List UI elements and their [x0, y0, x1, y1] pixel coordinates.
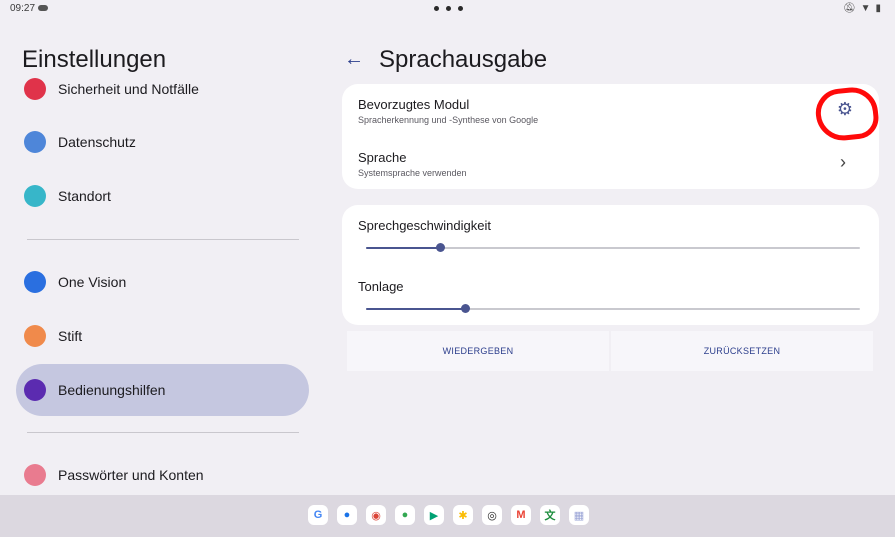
engine-card: Bevorzugtes Modul Spracherkennung und -S… — [342, 84, 881, 189]
battery-icon: ▮ — [875, 3, 881, 14]
accessibility-icon — [24, 379, 46, 401]
more-dots-icon[interactable] — [434, 6, 463, 11]
back-arrow-icon[interactable]: ← — [344, 48, 364, 71]
preferred-engine-title: Bevorzugtes Modul — [358, 97, 470, 112]
sidebar-item-label: Datenschutz — [58, 134, 136, 150]
chevron-right-icon: › — [840, 152, 846, 172]
messages-icon[interactable]: ● — [337, 505, 357, 525]
cloud-icon — [38, 5, 48, 11]
status-bar: 09:27 🔕︎ ▼ ▮ — [0, 0, 895, 18]
sidebar-item-label: Sicherheit und Notfälle — [58, 81, 199, 97]
sidebar-item-sicherheit-und-notfälle[interactable]: Sicherheit und Notfälle — [16, 63, 309, 115]
preferred-engine-subtitle: Spracherkennung und -Synthese von Google — [358, 115, 539, 125]
sliders-card: Sprechgeschwindigkeit Tonlage — [342, 205, 879, 325]
wifi-icon: ▼ — [860, 3, 871, 14]
eye-icon — [24, 131, 46, 153]
pen-icon — [24, 325, 46, 347]
status-icons: 🔕︎ ▼ ▮ — [843, 3, 881, 14]
speech-rate-slider[interactable] — [366, 243, 860, 252]
pitch-label: Tonlage — [358, 279, 404, 294]
reset-button[interactable]: ZURÜCKSETZEN — [611, 331, 873, 371]
button-bar: WIEDERGEBEN ZURÜCKSETZEN — [347, 331, 873, 371]
sidebar-item-label: Stift — [58, 328, 83, 344]
google-icon[interactable]: G — [308, 505, 328, 525]
divider — [27, 239, 299, 240]
sidebar-item-datenschutz[interactable]: Datenschutz — [16, 116, 309, 168]
play-store-icon[interactable]: ▶ — [424, 505, 444, 525]
gmail-icon[interactable]: M — [511, 505, 531, 525]
mute-icon: 🔕︎ — [842, 3, 856, 14]
camera-icon[interactable]: ◎ — [482, 505, 502, 525]
location-pin-icon — [24, 185, 46, 207]
person-card-icon — [24, 464, 46, 486]
slider-thumb[interactable] — [436, 243, 446, 252]
sidebar-item-label: One Vision — [58, 274, 127, 290]
status-time: 09:27 — [10, 3, 36, 14]
sidebar-item-label: Bedienungshilfen — [58, 382, 166, 398]
app-drawer-icon[interactable]: ▦ — [569, 505, 589, 525]
pitch-slider[interactable] — [366, 304, 860, 313]
sidebar-item-label: Passwörter und Konten — [58, 467, 204, 483]
chrome-icon[interactable]: ◉ — [366, 505, 386, 525]
red-circle-annotation — [813, 84, 881, 144]
slider-fill — [366, 247, 441, 249]
play-button[interactable]: WIEDERGEBEN — [347, 331, 609, 371]
translate-icon[interactable]: 文 — [540, 505, 560, 525]
slider-fill — [366, 308, 465, 310]
sidebar-item-standort[interactable]: Standort — [16, 170, 309, 222]
slider-thumb[interactable] — [460, 304, 470, 313]
sidebar-item-label: Standort — [58, 188, 111, 204]
assistant-icon[interactable]: ● — [395, 505, 415, 525]
divider — [27, 432, 299, 433]
photos-icon[interactable]: ✱ — [453, 505, 473, 525]
page-title: Sprachausgabe — [379, 46, 548, 73]
sidebar-item-passwörter-und-konten[interactable]: Passwörter und Konten — [16, 449, 309, 501]
speech-rate-label: Sprechgeschwindigkeit — [358, 218, 491, 233]
sidebar-item-one-vision[interactable]: One Vision — [16, 256, 309, 308]
taskbar-dock: G ● ◉ ● ▶ ✱ ◎ M 文 ▦ — [0, 495, 895, 537]
sidebar-item-stift[interactable]: Stift — [16, 310, 309, 362]
sidebar-item-bedienungshilfen[interactable]: Bedienungshilfen — [16, 364, 309, 416]
grid-icon — [24, 271, 46, 293]
asterisk-icon — [24, 78, 46, 100]
language-title: Sprache — [358, 150, 407, 165]
language-subtitle: Systemsprache verwenden — [358, 168, 467, 178]
